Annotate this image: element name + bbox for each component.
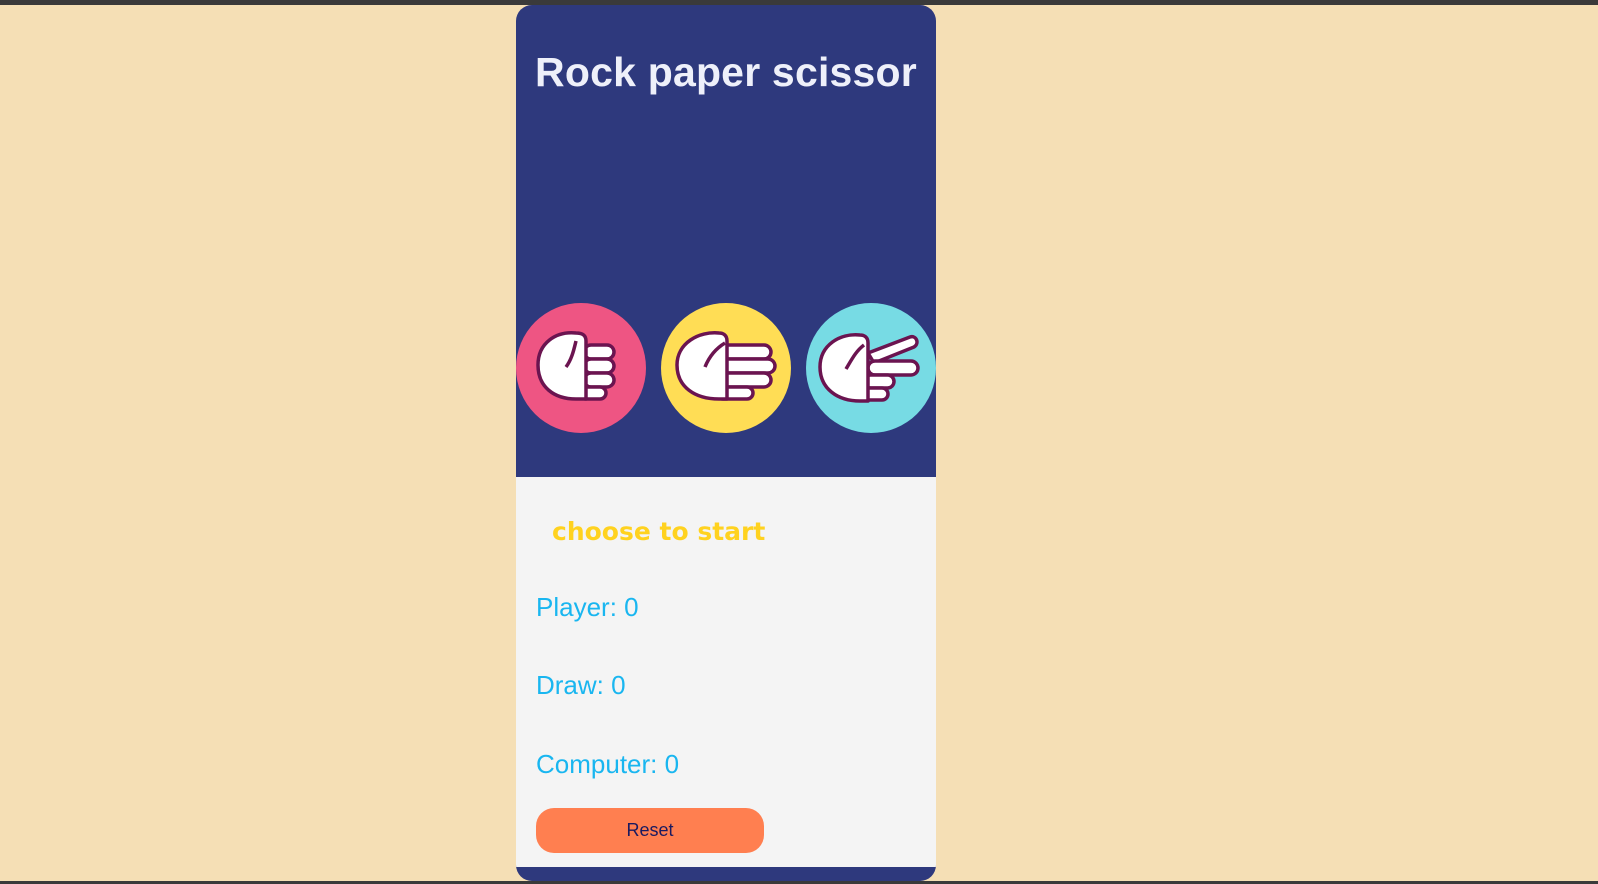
player-score: Player: 0 bbox=[536, 592, 639, 622]
scissor-choice-button[interactable] bbox=[806, 303, 936, 433]
reset-button[interactable]: Reset bbox=[536, 808, 764, 853]
paper-choice-button[interactable] bbox=[661, 303, 791, 433]
status-message: choose to start bbox=[552, 517, 766, 546]
rock-choice-button[interactable] bbox=[516, 303, 646, 433]
rock-hand-icon bbox=[536, 331, 616, 401]
page-title: Rock paper scissor bbox=[535, 49, 917, 95]
result-panel: choose to start Player: 0 Draw: 0 Comput… bbox=[516, 477, 936, 867]
paper-hand-icon bbox=[675, 331, 777, 401]
scissor-hand-icon bbox=[818, 333, 920, 403]
computer-score: Computer: 0 bbox=[536, 749, 680, 779]
draw-score: Draw: 0 bbox=[536, 670, 626, 700]
game-card: Rock paper scissor choose to start Playe… bbox=[516, 5, 936, 881]
